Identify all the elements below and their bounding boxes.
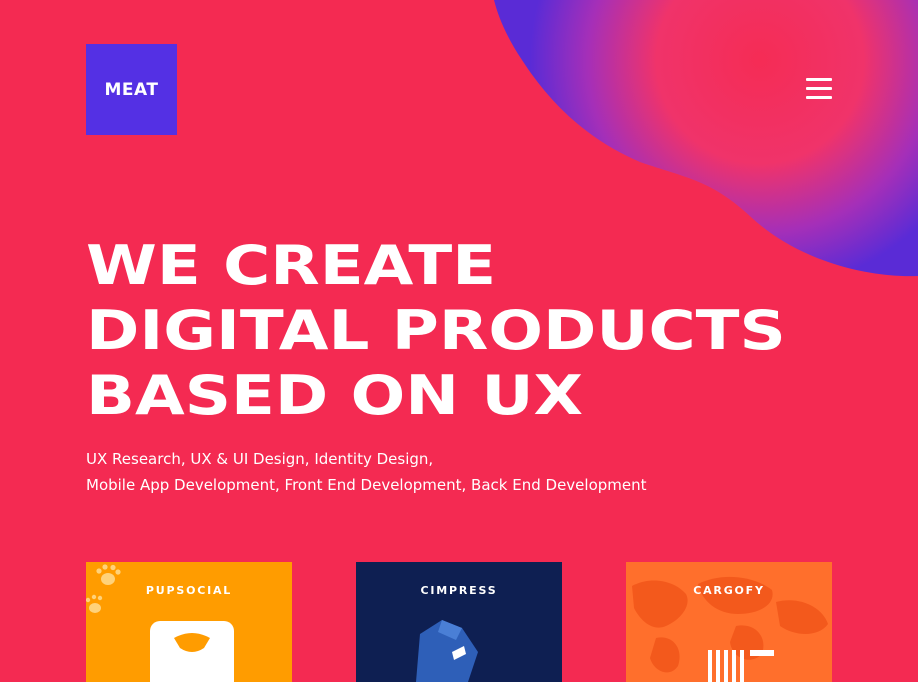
services-list: UX Research, UX & UI Design, Identity De… — [86, 446, 647, 498]
project-card-cimpress[interactable]: CIMPRESS — [356, 562, 562, 682]
project-card-pupsocial[interactable]: PUPSOCIAL — [86, 562, 292, 682]
hamburger-menu-icon[interactable] — [806, 78, 832, 102]
menu-bar-middle — [806, 87, 832, 90]
meat-logo[interactable]: MEAT — [86, 44, 177, 135]
project-card-cargofy[interactable]: CARGOFY — [626, 562, 832, 682]
headline-line-3: BASED ON UX — [86, 364, 584, 427]
menu-bar-bottom — [806, 96, 832, 99]
headline-line-2: DIGITAL PRODUCTS — [86, 299, 786, 362]
services-line-1: UX Research, UX & UI Design, Identity De… — [86, 450, 434, 468]
services-line-2: Mobile App Development, Front End Develo… — [86, 476, 647, 494]
project-title-cargofy: CARGOFY — [693, 584, 765, 597]
world-map-icon — [632, 576, 828, 682]
paw-icon — [86, 564, 234, 682]
shoe-icon — [416, 620, 478, 682]
hero-headline: WE CREATE DIGITAL PRODUCTS BASED ON UX — [86, 233, 786, 428]
menu-bar-top — [806, 78, 832, 81]
project-title-pupsocial: PUPSOCIAL — [145, 584, 233, 597]
project-title-cimpress: CIMPRESS — [420, 584, 498, 597]
headline-line-1: WE CREATE — [86, 234, 497, 297]
